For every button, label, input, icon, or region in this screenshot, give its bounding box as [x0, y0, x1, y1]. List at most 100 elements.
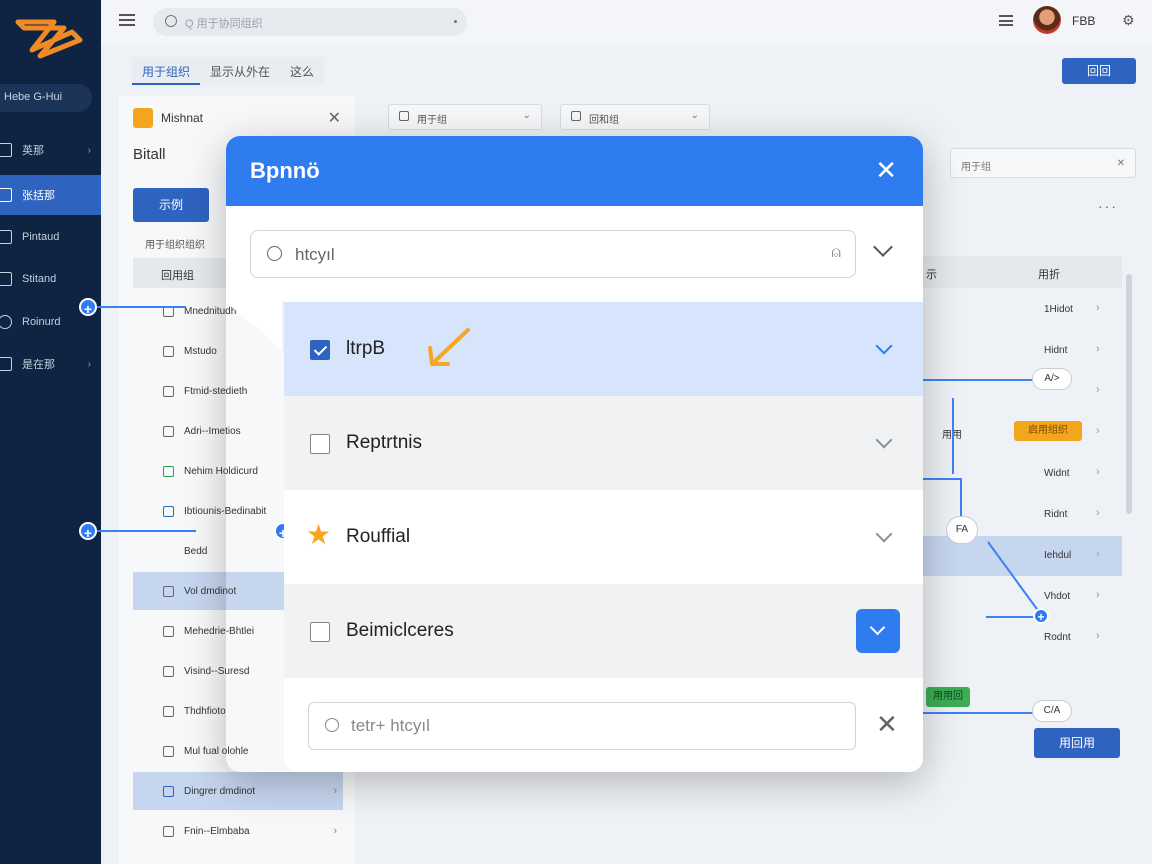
- connector-line: [922, 712, 1038, 714]
- row-label: Vol dmdinot: [184, 585, 237, 597]
- add-node-icon[interactable]: +: [1033, 608, 1049, 624]
- chevron-down-icon[interactable]: [875, 431, 893, 449]
- table-row[interactable]: 1Hidot ›: [920, 290, 1122, 330]
- left-panel-title: Bitall: [133, 146, 166, 163]
- bell-icon[interactable]: ⍝: [831, 244, 841, 262]
- table-row[interactable]: Widnt ›: [920, 454, 1122, 494]
- sidebar-item-2[interactable]: 张括那: [0, 175, 101, 215]
- sidebar-item-1[interactable]: 英那 ›: [0, 130, 101, 170]
- close-icon[interactable]: ✕: [876, 710, 898, 738]
- breadcrumb: 用于组织组织: [145, 240, 205, 251]
- right-search-placeholder: 用于组: [961, 162, 991, 173]
- chevron-down-icon[interactable]: [875, 525, 893, 543]
- star-icon[interactable]: ★: [306, 521, 331, 549]
- close-icon[interactable]: ✕: [875, 156, 897, 184]
- scrollbar[interactable]: [1126, 274, 1132, 514]
- list-item-label: Reptrtnis: [346, 432, 423, 453]
- chevron-down-icon: ⌄: [690, 110, 699, 121]
- chevron-down-icon[interactable]: [873, 237, 893, 257]
- table-row[interactable]: ›: [920, 372, 1122, 412]
- chevron-right-icon: ›: [1096, 384, 1100, 396]
- list-item[interactable]: ltrpB: [284, 302, 923, 396]
- bottom-primary-button[interactable]: 用回用: [1034, 728, 1120, 758]
- row-icon: [163, 345, 174, 357]
- connector-line: [96, 306, 186, 308]
- connector-line: [986, 616, 1038, 618]
- add-node-icon[interactable]: +: [79, 522, 97, 541]
- modal-search-input[interactable]: htcyıl ⍝: [250, 230, 856, 278]
- modal-list: ltrpB Reptrtnis ★ Rouffial Beimiclceres …: [284, 302, 923, 772]
- list-item[interactable]: Beimiclceres: [284, 584, 923, 678]
- checkbox-checked[interactable]: [310, 340, 330, 360]
- menu-icon[interactable]: [119, 14, 135, 26]
- chevron-right-icon: ›: [1096, 466, 1100, 478]
- filter-select-2[interactable]: 回和组 ⌄: [560, 104, 710, 130]
- table-row[interactable]: Rodnt ›: [920, 618, 1122, 658]
- sidebar-item-3[interactable]: Pintaud: [0, 217, 101, 257]
- checkbox[interactable]: [310, 434, 330, 454]
- checkbox[interactable]: [310, 622, 330, 642]
- list-item-label: Rouffial: [346, 526, 411, 547]
- list-item-label: Beimiclceres: [346, 620, 454, 641]
- table-row[interactable]: Hidnt ›: [920, 331, 1122, 371]
- connector-line: [922, 379, 1036, 381]
- search-icon: [325, 718, 339, 732]
- sidebar-search[interactable]: Hebe G-Hui: [0, 84, 92, 112]
- calendar-icon: [0, 272, 12, 286]
- list-item[interactable]: ★ Rouffial: [284, 490, 923, 584]
- right-search-input[interactable]: 用于组 ✕: [950, 148, 1136, 178]
- row-label: Adri--Imetios: [184, 425, 241, 437]
- row-icon: [163, 505, 174, 517]
- table-row[interactable]: Fnin--Elmbaba ›: [133, 812, 343, 850]
- flag-icon: [0, 357, 12, 371]
- app-logo-icon[interactable]: [10, 12, 86, 64]
- username[interactable]: FBB: [1072, 14, 1095, 28]
- sidebar-item-4[interactable]: Stitand: [0, 259, 101, 299]
- row-icon: [163, 465, 174, 477]
- close-icon[interactable]: ✕: [328, 108, 341, 128]
- row-icon: [163, 625, 174, 637]
- popover-pointer: [226, 302, 282, 350]
- expand-button[interactable]: [856, 609, 900, 653]
- sidebar-item-label: Stitand: [22, 273, 57, 285]
- list-item[interactable]: Reptrtnis: [284, 396, 923, 490]
- connector-line: [922, 478, 962, 480]
- edit-icon: [0, 230, 12, 244]
- code-chip[interactable]: C/A: [1032, 700, 1072, 722]
- settings-icon[interactable]: ⚙: [1122, 12, 1135, 29]
- more-icon[interactable]: ···: [1098, 198, 1118, 214]
- row-label: Thdhfioto: [184, 705, 226, 717]
- row-label: Mehedrie-Bhtlei: [184, 625, 255, 637]
- modal-footer-input[interactable]: tetr+ htcyıl: [308, 702, 856, 750]
- code-chip[interactable]: A/>: [1032, 368, 1072, 390]
- add-node-icon[interactable]: +: [79, 298, 97, 317]
- tab-1[interactable]: 用于组织: [132, 57, 201, 85]
- top-primary-button[interactable]: 回回: [1062, 58, 1136, 84]
- avatar[interactable]: [1033, 6, 1061, 34]
- sidebar-item-label: Pintaud: [22, 231, 60, 243]
- connector-line: [952, 398, 954, 474]
- top-search-input[interactable]: Q 用于协同组织: [153, 8, 467, 36]
- row-value: Ridnt: [1044, 509, 1068, 520]
- chevron-down-icon[interactable]: [875, 337, 893, 355]
- row-label: Mul fual olohle: [184, 745, 249, 757]
- row-label: Ftmid-stedieth: [184, 385, 248, 397]
- right-table-header-col1: 示: [926, 269, 937, 281]
- tab-2[interactable]: 显示从外在: [200, 57, 280, 85]
- list-icon[interactable]: [999, 15, 1013, 26]
- table-row[interactable]: Dingrer dmdinot ›: [133, 772, 343, 810]
- filter-select-1[interactable]: 用于组 ⌄: [388, 104, 542, 130]
- chevron-right-icon: ›: [333, 825, 337, 837]
- node-chip[interactable]: FA: [946, 516, 978, 544]
- sidebar-item-label: 张括那: [22, 190, 55, 202]
- tab-3[interactable]: 这么: [280, 57, 324, 85]
- arrow-pointer-icon: [428, 328, 470, 366]
- search-icon: [165, 15, 177, 27]
- row-icon: [163, 425, 174, 437]
- sidebar-item-6[interactable]: 是在那 ›: [0, 344, 101, 384]
- row-label: Nehim Holdicurd: [184, 465, 258, 477]
- row-value: 1Hidot: [1044, 304, 1073, 315]
- left-panel-button[interactable]: 示例: [133, 188, 209, 222]
- table-row[interactable]: Heteo Mhdrinl-Nheu-Bbshl›: [133, 852, 343, 864]
- chevron-right-icon: ›: [1096, 548, 1100, 560]
